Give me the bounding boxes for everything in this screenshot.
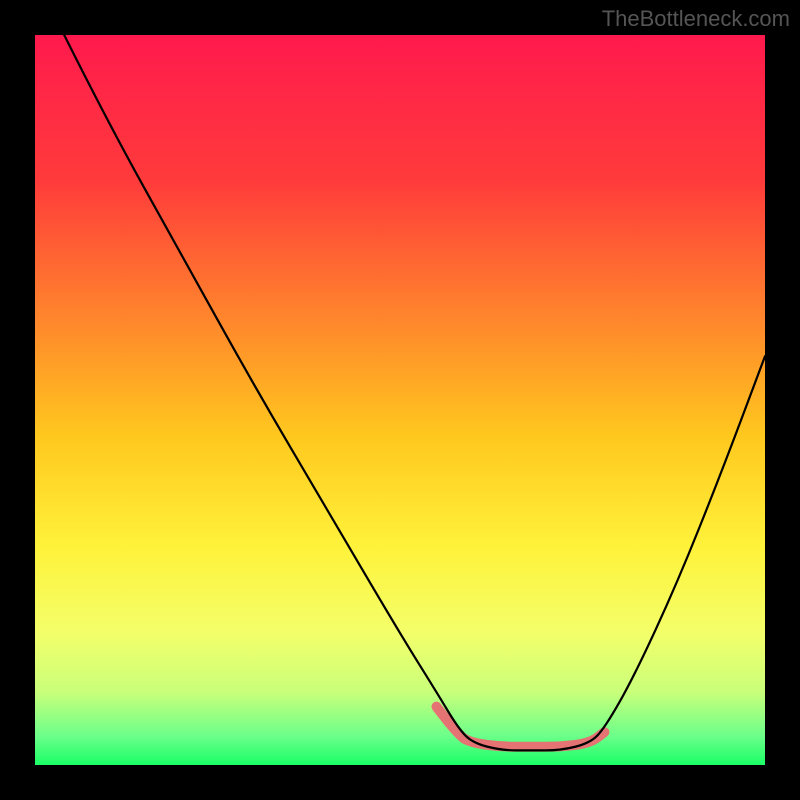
chart-curves <box>35 35 765 765</box>
bottleneck-curve-path <box>64 35 765 750</box>
chart-plot-area <box>35 35 765 765</box>
sweet-spot-band-path <box>437 707 605 747</box>
watermark-text: TheBottleneck.com <box>602 6 790 32</box>
